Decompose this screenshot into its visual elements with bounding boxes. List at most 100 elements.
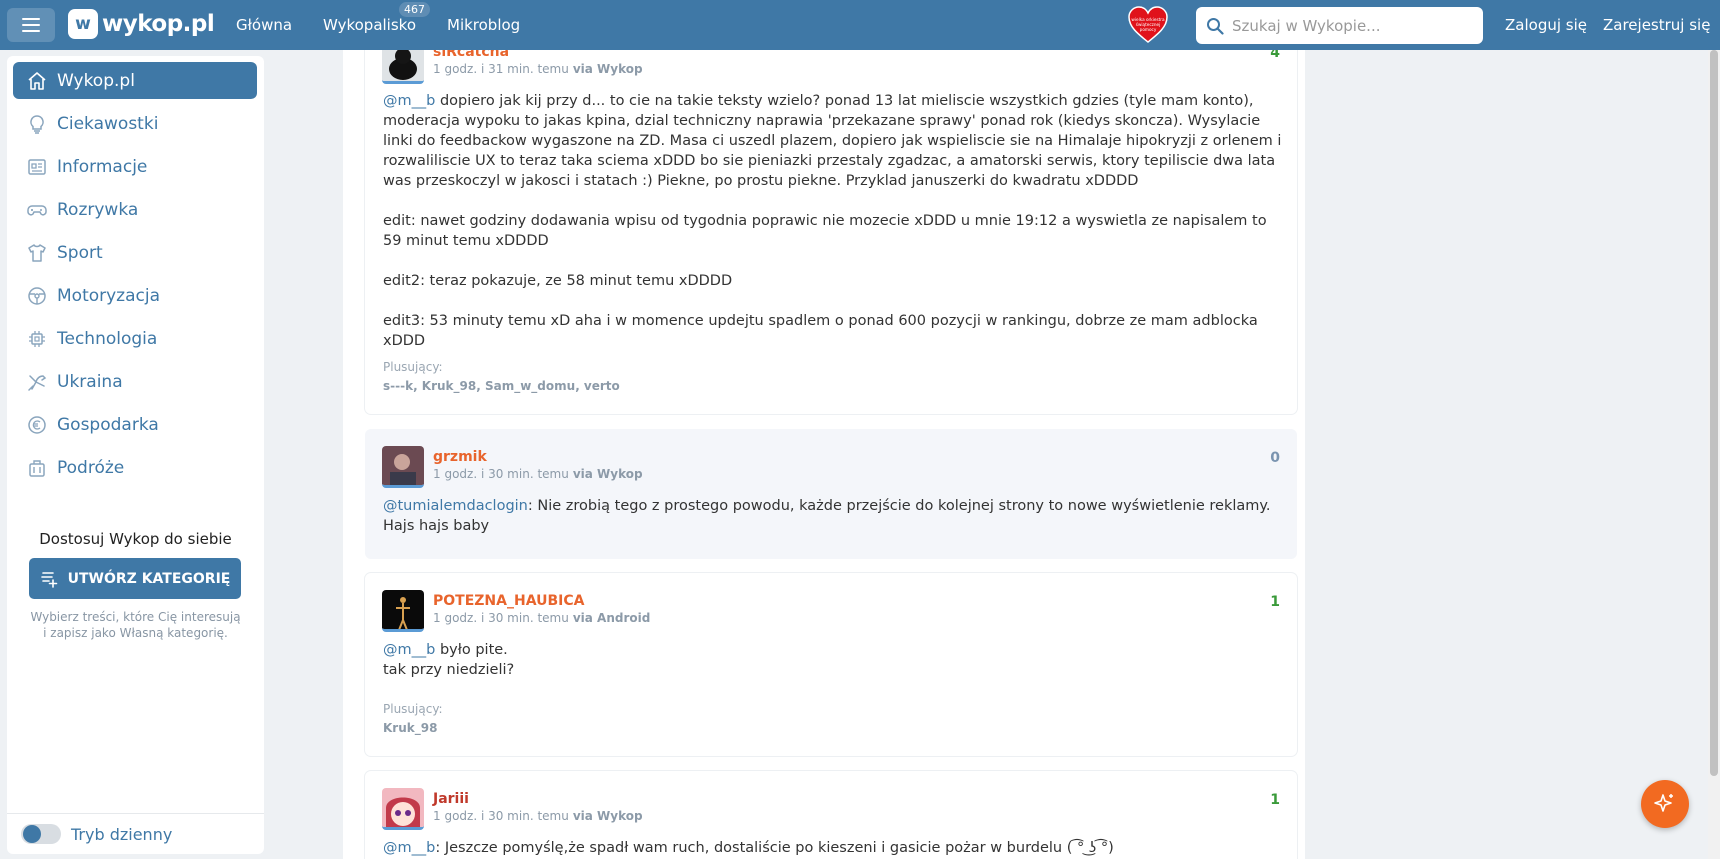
sidebar-item-gospodarka[interactable]: Gospodarka: [13, 406, 257, 443]
comment-text: @m__b: Jeszcze pomyślę,że spadł wam ruch…: [383, 838, 1283, 858]
nav-mikroblog[interactable]: Mikroblog: [447, 16, 520, 34]
comment-time: 1 godz. i 30 min. temu: [433, 809, 569, 823]
comment-via: via Android: [572, 611, 651, 625]
sidebar: Wykop.pl Ciekawostki Informacje Rozrywka…: [7, 56, 264, 854]
comment-paragraph: dopiero jak kij przy d... to cie na taki…: [383, 93, 1282, 189]
comment-via: via Wykop: [572, 467, 643, 481]
comment-meta: 1 godz. i 30 min. temu via Wykop: [433, 809, 643, 823]
suitcase-icon: [29, 459, 45, 477]
avatar[interactable]: [382, 50, 424, 84]
sidebar-item-wykop[interactable]: Wykop.pl: [13, 62, 257, 99]
login-link[interactable]: Zaloguj się: [1505, 0, 1587, 50]
shirt-icon: [28, 243, 46, 262]
chip-icon: [29, 330, 45, 347]
upvoters-label: Plusujący:: [383, 702, 443, 716]
create-category-label: UTWÓRZ KATEGORIĘ: [67, 570, 231, 587]
sidebar-item-rozrywka[interactable]: Rozrywka: [13, 191, 257, 228]
create-category-button[interactable]: UTWÓRZ KATEGORIĘ: [29, 558, 241, 599]
steering-wheel-icon: [28, 286, 46, 305]
svg-text:pomocy: pomocy: [1140, 27, 1157, 32]
comment-line: tak przy niedzieli?: [383, 662, 515, 678]
sidebar-item-informacje[interactable]: Informacje: [13, 148, 257, 185]
comment-line: było pite.: [435, 642, 508, 658]
comment-meta: 1 godz. i 31 min. temu via Wykop: [433, 62, 643, 76]
user-mention[interactable]: @tumialemdaclogin: [383, 498, 528, 514]
avatar[interactable]: [382, 446, 424, 488]
sidebar-item-label: Ciekawostki: [57, 113, 159, 134]
page-scrollbar[interactable]: [1708, 50, 1720, 859]
comment-item: Jariii 1 godz. i 30 min. temu via Wykop 1…: [365, 771, 1297, 859]
nav-wykopalisko[interactable]: Wykopalisko 467: [323, 2, 430, 34]
sidebar-item-sport[interactable]: Sport: [13, 234, 257, 271]
nav-glowna[interactable]: Główna: [236, 16, 292, 34]
sidebar-item-motoryzacja[interactable]: Motoryzacja: [13, 277, 257, 314]
search-box[interactable]: [1196, 7, 1483, 44]
user-mention[interactable]: @m__b: [383, 642, 435, 658]
ai-assistant-button[interactable]: [1641, 780, 1689, 828]
upvoters-list[interactable]: s---k, Kruk_98, Sam_w_domu, verto: [383, 379, 620, 393]
comment-author[interactable]: siRcatcha: [433, 50, 509, 60]
sidebar-item-technologia[interactable]: Technologia: [13, 320, 257, 357]
comment-author[interactable]: grzmik: [433, 449, 487, 465]
bulb-icon: [30, 114, 44, 134]
logo[interactable]: w wykop.pl: [68, 9, 215, 39]
menu-icon-line: [22, 30, 40, 32]
euro-icon: [28, 415, 46, 434]
comment-text: @m__b było pite. tak przy niedzieli?: [383, 640, 1283, 680]
sidebar-item-ukraina[interactable]: Ukraina: [13, 363, 257, 400]
photo-avatar-icon: [382, 446, 424, 485]
vote-count[interactable]: 4: [1270, 50, 1280, 61]
wosp-heart-icon[interactable]: wielka orkiestra świątecznej pomocy: [1128, 6, 1168, 44]
user-mention[interactable]: @m__b: [383, 840, 435, 856]
vote-count[interactable]: 1: [1270, 594, 1280, 610]
avatar[interactable]: [382, 788, 424, 830]
comment-author[interactable]: POTEZNA_HAUBICA: [433, 593, 584, 609]
anime-avatar-icon: [382, 788, 424, 827]
upvoters-list[interactable]: Kruk_98: [383, 721, 437, 735]
dove-icon: [28, 374, 47, 391]
sidebar-item-label: Podróże: [57, 457, 125, 478]
sidebar-item-label: Sport: [57, 242, 103, 263]
vote-count[interactable]: 1: [1270, 792, 1280, 808]
toggle-knob: [23, 825, 41, 843]
vote-count[interactable]: 0: [1270, 450, 1280, 466]
main-nav: Główna Wykopalisko 467 Mikroblog: [236, 0, 520, 50]
customize-description: Wybierz treści, które Cię interesują i z…: [30, 610, 241, 640]
avatar[interactable]: [382, 590, 424, 632]
search-input[interactable]: [1232, 16, 1462, 35]
register-link[interactable]: Zarejestruj się: [1603, 0, 1710, 50]
comment-author[interactable]: Jariii: [433, 791, 469, 807]
figure-avatar-icon: [382, 590, 424, 629]
nav-wykopalisko-label: Wykopalisko: [323, 16, 416, 34]
logo-text: wykop.pl: [102, 11, 215, 37]
wykopalisko-count-badge: 467: [399, 2, 430, 17]
sidebar-item-ciekawostki[interactable]: Ciekawostki: [13, 105, 257, 142]
comment-item: grzmik 1 godz. i 30 min. temu via Wykop 0…: [365, 429, 1297, 559]
menu-icon-line: [22, 24, 40, 26]
comment-text: @tumialemdaclogin: Nie zrobią tego z pro…: [383, 496, 1283, 536]
sidebar-item-label: Technologia: [57, 328, 158, 349]
search-icon: [1207, 17, 1224, 35]
gamepad-icon: [27, 204, 47, 215]
sidebar-item-label: Rozrywka: [57, 199, 139, 220]
comment-body: : Jeszcze pomyślę,że spadł wam ruch, dos…: [435, 840, 1114, 856]
scrollbar-thumb[interactable]: [1710, 50, 1718, 776]
user-mention[interactable]: @m__b: [383, 93, 435, 109]
top-bar: w wykop.pl Główna Wykopalisko 467 Mikrobl…: [0, 0, 1720, 50]
comment-time: 1 godz. i 30 min. temu: [433, 467, 569, 481]
comment-paragraph: edit: nawet godziny dodawania wpisu od t…: [383, 213, 1267, 249]
home-icon: [28, 71, 46, 90]
comment-via: via Wykop: [572, 62, 643, 76]
comment-time: 1 godz. i 30 min. temu: [433, 611, 569, 625]
comment-item: POTEZNA_HAUBICA 1 godz. i 30 min. temu vi…: [365, 573, 1297, 756]
news-icon: [28, 158, 46, 175]
menu-button[interactable]: [7, 8, 55, 42]
sidebar-item-label: Ukraina: [57, 371, 123, 392]
toggle-switch[interactable]: [21, 824, 61, 844]
day-mode-toggle[interactable]: Tryb dzienny: [21, 824, 172, 844]
comment-time: 1 godz. i 31 min. temu: [433, 62, 569, 76]
comment-item: siRcatcha 1 godz. i 31 min. temu via Wyko…: [365, 50, 1297, 414]
sidebar-divider: [7, 813, 264, 814]
comment-meta: 1 godz. i 30 min. temu via Wykop: [433, 467, 643, 481]
sidebar-item-podroze[interactable]: Podróże: [13, 449, 257, 486]
